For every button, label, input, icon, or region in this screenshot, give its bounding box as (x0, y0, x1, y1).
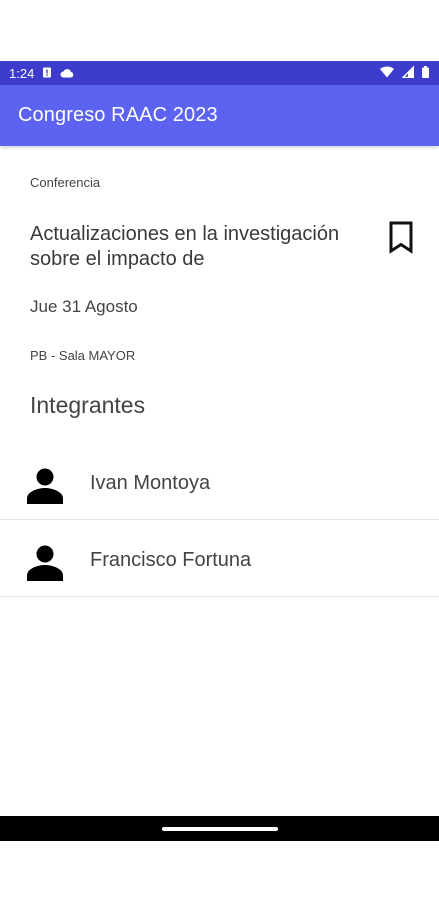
home-indicator[interactable] (162, 827, 278, 831)
status-left: 1:24 (9, 66, 74, 81)
member-name: Ivan Montoya (90, 472, 211, 494)
navigation-bar (0, 816, 439, 841)
member-item[interactable]: Ivan Montoya (0, 443, 439, 520)
event-date: Jue 31 Agosto (30, 297, 138, 316)
sim-alert-icon (42, 66, 52, 81)
battery-icon (422, 65, 429, 81)
event-category: Conferencia (30, 175, 101, 190)
member-name: Francisco Fortuna (90, 549, 252, 571)
bookmark-button[interactable] (386, 220, 416, 254)
wifi-icon (380, 65, 394, 81)
members-list: Ivan Montoya Francisco Fortuna (0, 443, 439, 597)
status-bar: 1:24 (0, 61, 439, 85)
bookmark-outline-icon (386, 221, 416, 258)
event-room: PB - Sala MAYOR (30, 348, 136, 363)
signal-icon (401, 64, 415, 81)
member-item[interactable]: Francisco Fortuna (0, 520, 439, 597)
status-time: 1:24 (9, 65, 35, 81)
cloud-icon (60, 66, 74, 81)
event-title: Actualizaciones en la investigación sobr… (30, 223, 340, 270)
person-icon (25, 543, 65, 583)
status-right (380, 64, 429, 81)
person-icon (25, 466, 65, 506)
app-title: Congreso RAAC 2023 (18, 104, 218, 126)
members-section-title: Integrantes (30, 392, 146, 418)
app-bar: Congreso RAAC 2023 (0, 85, 439, 146)
